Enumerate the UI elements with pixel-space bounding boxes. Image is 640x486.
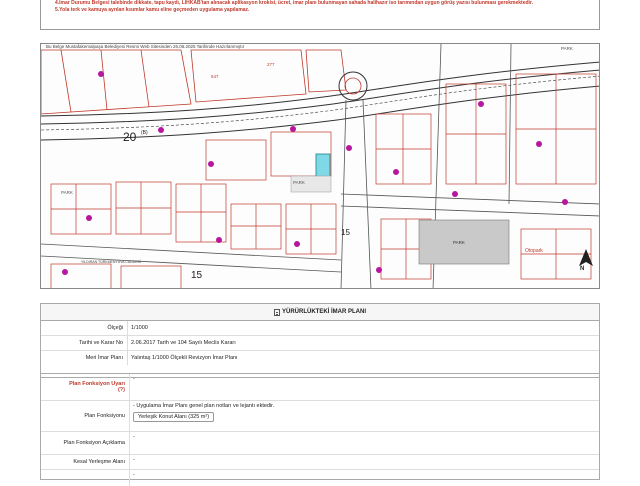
north-arrow-icon: N (580, 266, 585, 272)
note-line-5: 5.Yola terk ve kamuya ayrılan kısımlar k… (55, 7, 250, 13)
extra-label (41, 470, 129, 482)
plan-row-decision: Tarihi ve Karar No 2.06.2017 Tarih ve 10… (41, 336, 599, 351)
plan-row-scale: Ölçeği 1/1000 (41, 321, 599, 336)
map-label-20: 20 (123, 130, 137, 144)
function-chip[interactable]: Yerleşik Konut Alanı (325 m²) (133, 412, 215, 422)
kesal-label: Kesal Yerleşme Alanı (73, 459, 125, 465)
map-label-road: YILDIRAN TÜRKMENYUVA CADDESİ (81, 260, 141, 264)
plan-row-current-plan: Meri İmar Planı Yalıntaş 1/1000 Ölçekli … (41, 351, 599, 365)
plan-function-panel: Plan Fonksiyon Uyarı (?) - Plan Fonksiyo… (40, 373, 600, 486)
map-label-277: 277 (267, 62, 275, 67)
extra-value: - (129, 470, 599, 486)
map-label-park-1: PARK (61, 190, 73, 195)
note-line-4: 4.İmar Durumu Belgesi talebinde dikkate,… (55, 0, 533, 6)
function-label: Plan Fonksiyonu (84, 413, 125, 419)
function-warning-value: - (129, 374, 599, 404)
function-warning-label: Plan Fonksiyon Uyarı (?) (41, 374, 129, 400)
map-label-15b: 15 (341, 228, 350, 237)
plan-heading: YÜRÜRLÜKTEKİ İMAR PLANI (41, 304, 599, 321)
map-caption: Bu Belge Mustafakemalpaşa Belediyesi Res… (46, 44, 245, 49)
help-icon[interactable]: (?) (118, 387, 125, 393)
zoning-map-drawing (41, 44, 599, 288)
plan-row-label: Tarihi ve Karar No (78, 340, 123, 346)
map-label-otopark: Otopark (525, 248, 543, 254)
document-icon (274, 308, 280, 316)
current-zoning-plan-panel: YÜRÜRLÜKTEKİ İMAR PLANI Ölçeği 1/1000 Ta… (40, 303, 600, 378)
zoning-map[interactable]: 20 (B) 15 15 PARK PARK PARK PARK Otopark… (40, 43, 600, 289)
map-label-547: 547 (211, 74, 219, 79)
plan-heading-text: YÜRÜRLÜKTEKİ İMAR PLANI (282, 309, 366, 315)
extra-row: - (41, 470, 599, 486)
function-warning-row: Plan Fonksiyon Uyarı (?) - (41, 374, 599, 404)
plan-row-value: 2.06.2017 Tarih ve 104 Sayılı Meclis Kar… (127, 336, 599, 350)
function-row: Plan Fonksiyonu - Uygulama İmar Planı ge… (41, 401, 599, 435)
plan-row-label: Ölçeği (107, 325, 123, 331)
function-desc-row: Plan Fonksiyon Açıklama - (41, 432, 599, 458)
map-label-park-2: PARK (293, 180, 305, 185)
function-value: - Uygulama İmar Planı genel plan notları… (129, 401, 599, 435)
kesal-row: Kesal Yerleşme Alanı - (41, 455, 599, 473)
notes-box: 4.İmar Durumu Belgesi talebinde dikkate,… (40, 0, 600, 30)
function-desc-label: Plan Fonksiyon Açıklama (63, 440, 125, 446)
plan-row-value: 1/1000 (127, 321, 599, 335)
plan-row-label: Meri İmar Planı (85, 355, 123, 361)
function-note: - Uygulama İmar Planı genel plan notları… (133, 403, 275, 409)
plan-row-value: Yalıntaş 1/1000 Ölçekli Revizyon İmar Pl… (127, 351, 599, 365)
function-warning-title: Plan Fonksiyon Uyarı (69, 381, 125, 387)
map-label-15: 15 (191, 270, 203, 281)
map-label-park-4: PARK (561, 46, 573, 51)
map-label-park-3: PARK (453, 240, 465, 245)
map-label-20-sup: (B) (141, 130, 148, 136)
